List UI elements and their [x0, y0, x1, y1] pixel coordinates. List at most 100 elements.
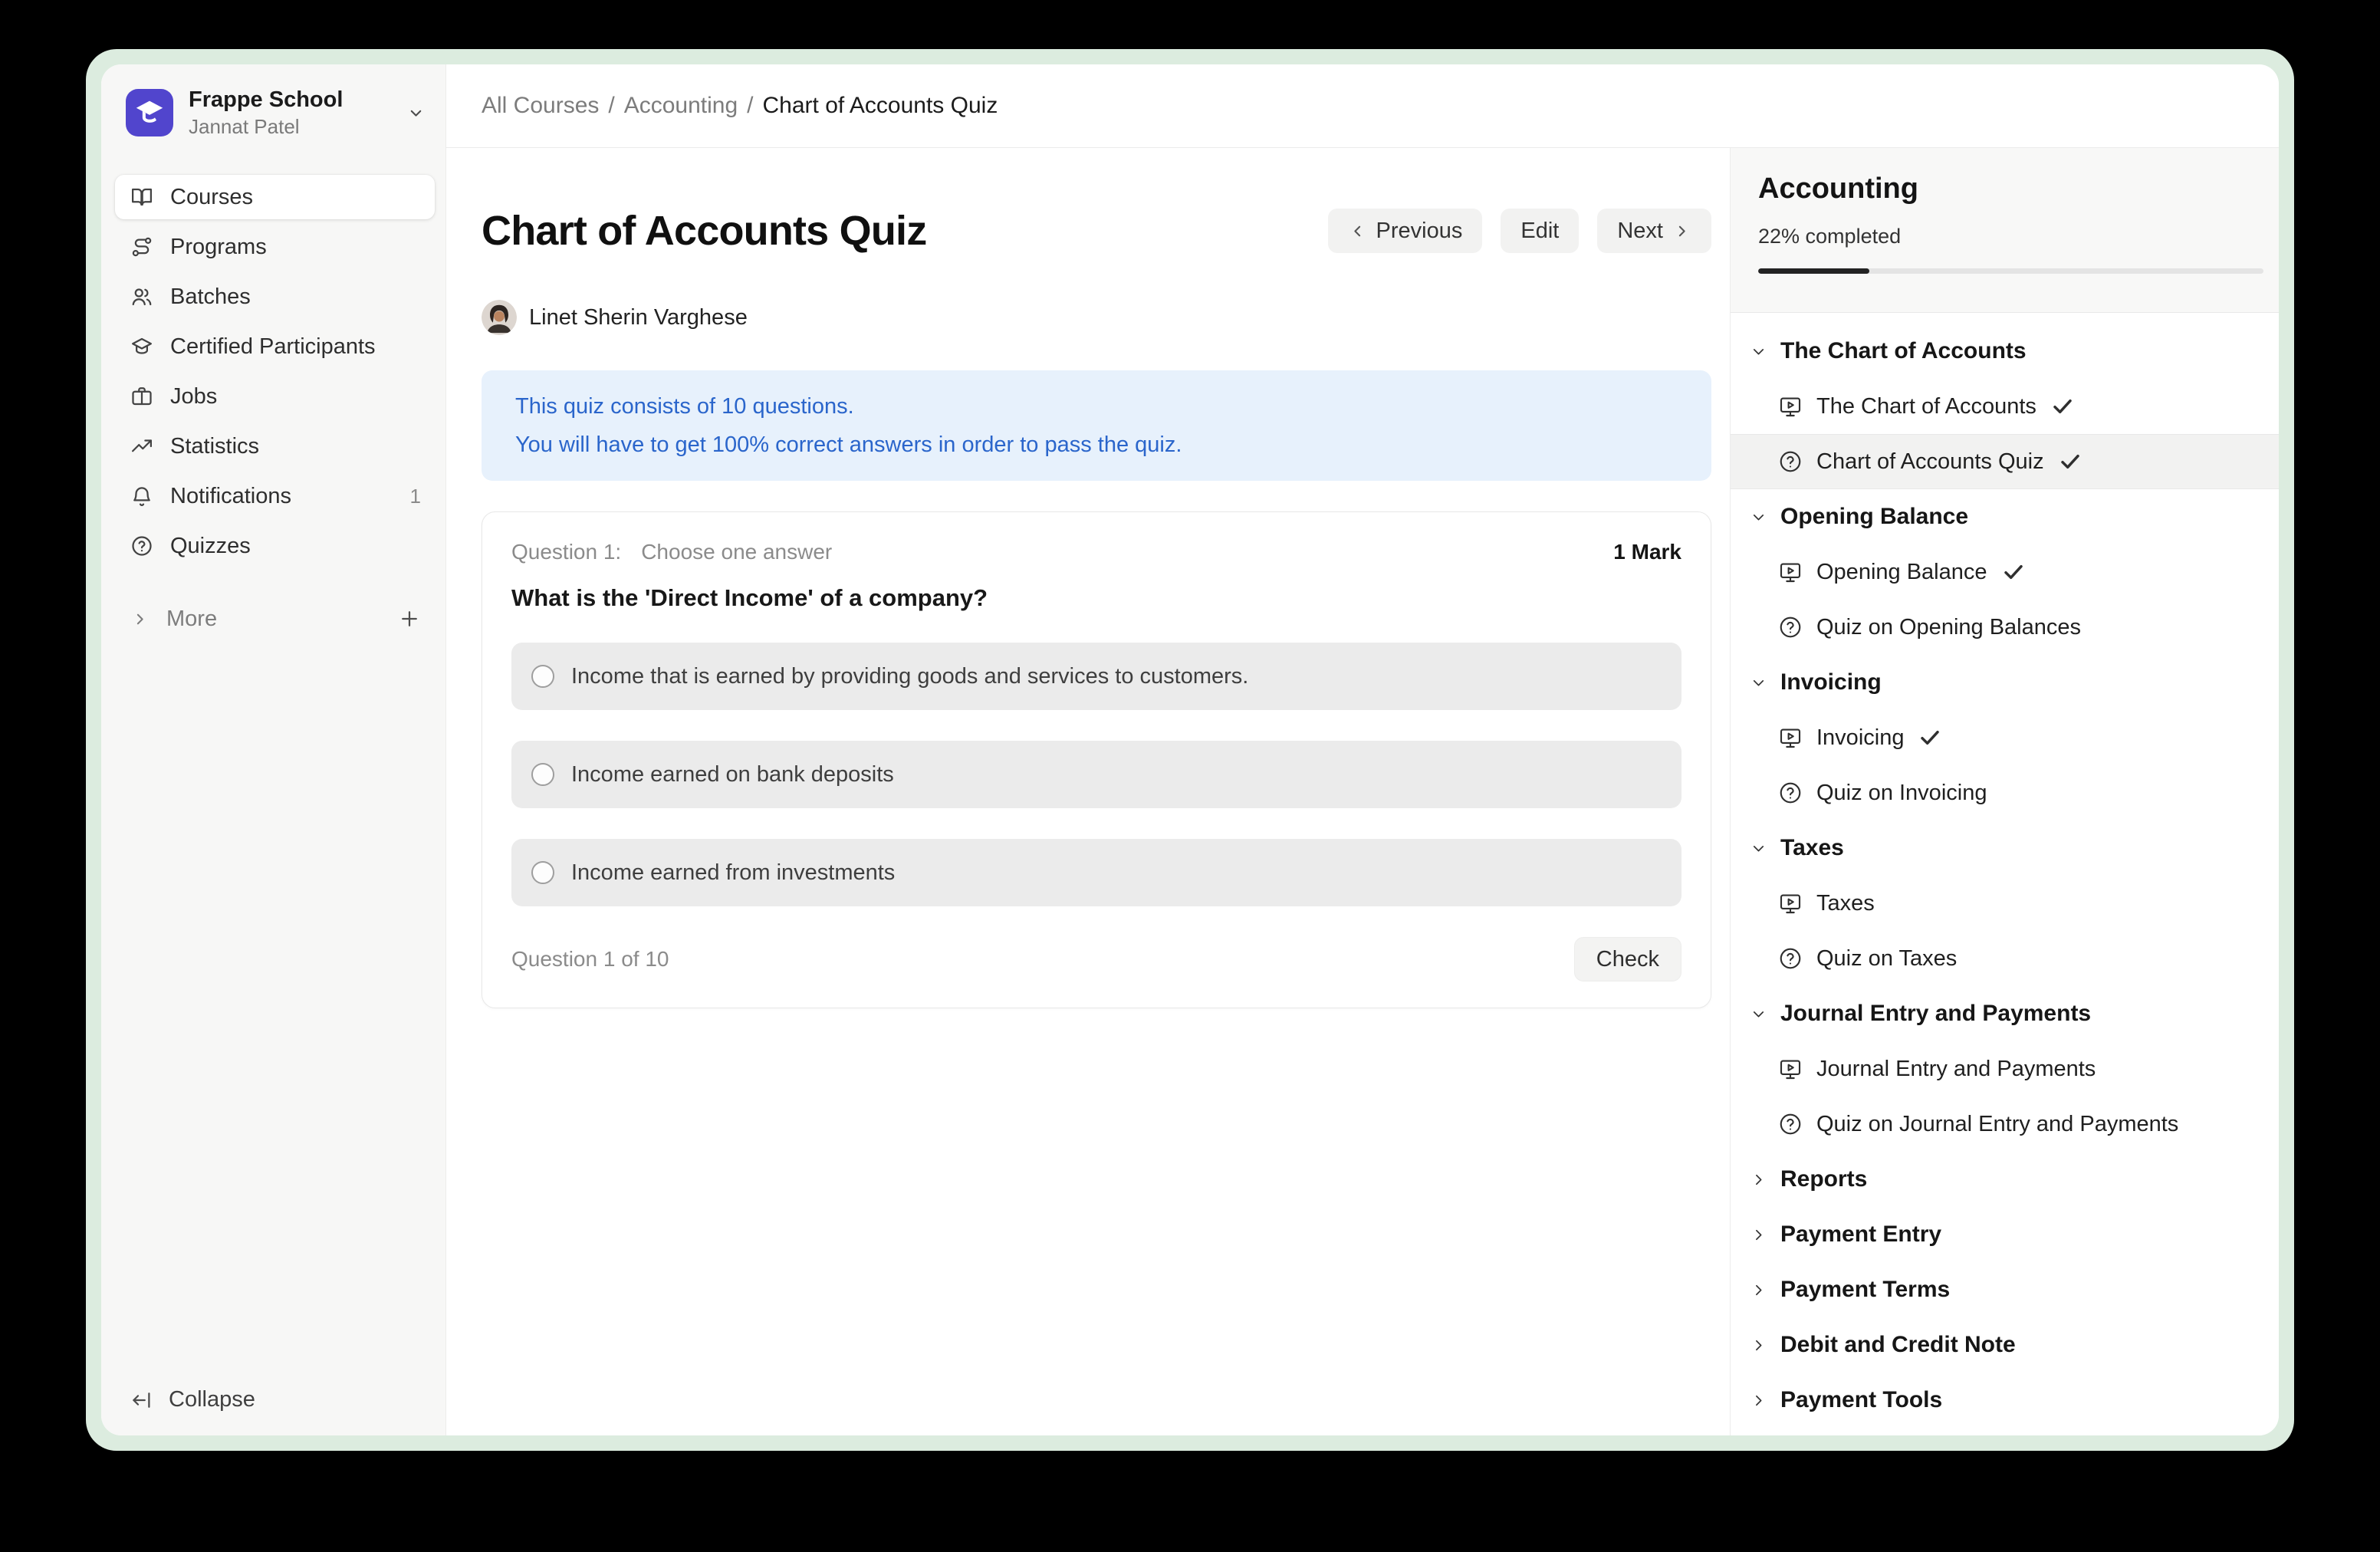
outline-section-title: Payment Terms [1780, 1277, 1950, 1303]
sidebar-item-certified-participants[interactable]: Certified Participants [115, 324, 435, 369]
previous-button[interactable]: Previous [1328, 209, 1483, 253]
sidebar-item-batches[interactable]: Batches [115, 275, 435, 319]
radio-button[interactable] [531, 665, 554, 688]
sidebar-item-quizzes[interactable]: Quizzes [115, 524, 435, 568]
school-name: Frappe School [189, 87, 343, 113]
author-name: Linet Sherin Varghese [529, 305, 748, 330]
quiz-icon [1778, 615, 1803, 640]
answer-option-label: Income earned from investments [571, 860, 895, 886]
chevron-down-icon [1749, 508, 1768, 527]
banner-line-1: This quiz consists of 10 questions. [515, 387, 1678, 426]
outline-item-taxes[interactable]: Taxes [1731, 876, 2279, 931]
book-open-icon [130, 186, 153, 209]
outline-item-quiz-on-opening-balances[interactable]: Quiz on Opening Balances [1731, 600, 2279, 655]
title-row: Chart of Accounts Quiz Previous Edit [482, 179, 1711, 283]
content-region: All Courses / Accounting / Chart of Acco… [446, 64, 2279, 1435]
quiz-icon [1778, 1112, 1803, 1136]
main-content: Chart of Accounts Quiz Previous Edit [446, 148, 1730, 1435]
outline-item-label: Quiz on Opening Balances [1816, 615, 2081, 640]
route-icon [130, 235, 153, 258]
sidebar-spacer [115, 641, 435, 1387]
collapse-sidebar-button[interactable]: Collapse [115, 1387, 435, 1417]
question-text: What is the 'Direct Income' of a company… [511, 584, 1681, 612]
outline-section-title: Debit and Credit Note [1780, 1332, 2016, 1358]
edit-label: Edit [1520, 219, 1559, 244]
outline-section-opening-balance[interactable]: Opening Balance [1731, 489, 2279, 544]
answer-option-1[interactable]: Income that is earned by providing goods… [511, 643, 1681, 710]
sidebar-item-jobs[interactable]: Jobs [115, 374, 435, 419]
radio-button[interactable] [531, 763, 554, 786]
school-switcher[interactable]: Frappe School Jannat Patel [115, 84, 435, 138]
breadcrumb-all-courses[interactable]: All Courses [482, 93, 599, 119]
author-link[interactable]: Linet Sherin Varghese [482, 300, 1711, 335]
outline-item-quiz-on-taxes[interactable]: Quiz on Taxes [1731, 931, 2279, 986]
chevron-right-icon [1749, 1391, 1768, 1410]
chevron-down-icon [1749, 1005, 1768, 1024]
sidebar-item-label: Certified Participants [170, 334, 376, 360]
page-title: Chart of Accounts Quiz [482, 206, 1328, 255]
question-footer: Question 1 of 10 Check [511, 937, 1681, 982]
outline-section-the-chart-of-accounts[interactable]: The Chart of Accounts [1731, 324, 2279, 379]
sidebar-item-notifications[interactable]: Notifications1 [115, 474, 435, 518]
edit-button[interactable]: Edit [1501, 209, 1579, 253]
answer-option-2[interactable]: Income earned on bank deposits [511, 741, 1681, 808]
add-shortcut-button[interactable] [398, 607, 421, 630]
question-card: Question 1: Choose one answer 1 Mark Wha… [482, 511, 1711, 1008]
sidebar-item-label: Programs [170, 235, 267, 260]
outline-item-quiz-on-invoicing[interactable]: Quiz on Invoicing [1731, 765, 2279, 820]
outline-item-label: Quiz on Invoicing [1816, 781, 1987, 806]
outline-section-payment-terms[interactable]: Payment Terms [1731, 1262, 2279, 1317]
breadcrumb-accounting[interactable]: Accounting [624, 93, 738, 119]
frappe-school-logo-icon [126, 89, 173, 136]
answer-option-label: Income that is earned by providing goods… [571, 664, 1248, 689]
outline-section-title: Opening Balance [1780, 504, 1968, 530]
outline-item-invoicing[interactable]: Invoicing [1731, 710, 2279, 765]
lesson-icon [1778, 725, 1803, 750]
sidebar-item-label: Courses [170, 185, 253, 210]
outline-section-payment-entry[interactable]: Payment Entry [1731, 1207, 2279, 1262]
chevron-down-icon [1749, 673, 1768, 692]
outline-item-journal-entry-and-payments[interactable]: Journal Entry and Payments [1731, 1041, 2279, 1097]
course-title: Accounting [1758, 173, 2263, 205]
outline-section-debit-and-credit-note[interactable]: Debit and Credit Note [1731, 1317, 2279, 1373]
sidebar-item-statistics[interactable]: Statistics [115, 424, 435, 469]
outline-section-taxes[interactable]: Taxes [1731, 820, 2279, 876]
outline-item-chart-of-accounts-quiz[interactable]: Chart of Accounts Quiz [1731, 434, 2279, 489]
sidebar-item-label: Notifications [170, 484, 291, 509]
left-sidebar: Frappe School Jannat Patel Courses Progra… [101, 64, 446, 1435]
question-instruction: Choose one answer [641, 540, 832, 564]
user-name: Jannat Patel [189, 116, 343, 138]
sidebar-item-courses[interactable]: Courses [115, 175, 435, 219]
outline-section-invoicing[interactable]: Invoicing [1731, 655, 2279, 710]
completed-check-icon [2058, 449, 2082, 474]
collapse-sidebar-icon [130, 1389, 153, 1412]
radio-button[interactable] [531, 861, 554, 884]
sidebar-item-more[interactable]: More [115, 597, 435, 641]
sidebar-item-programs[interactable]: Programs [115, 225, 435, 269]
check-button[interactable]: Check [1574, 937, 1681, 982]
outline-section-reports[interactable]: Reports [1731, 1152, 2279, 1207]
answer-option-3[interactable]: Income earned from investments [511, 839, 1681, 906]
lesson-icon [1778, 1057, 1803, 1081]
outline-item-opening-balance[interactable]: Opening Balance [1731, 544, 2279, 600]
quiz-toolbar: Previous Edit Next [1328, 209, 1711, 253]
course-completed-label: 22% completed [1758, 225, 2263, 248]
outline-item-the-chart-of-accounts[interactable]: The Chart of Accounts [1731, 379, 2279, 434]
outline-item-label: Chart of Accounts Quiz [1816, 449, 2044, 475]
briefcase-icon [130, 385, 153, 408]
sidebar-item-label: Statistics [170, 434, 259, 459]
outline-item-quiz-on-journal-entry-and-payments[interactable]: Quiz on Journal Entry and Payments [1731, 1097, 2279, 1152]
outline-section-payment-tools[interactable]: Payment Tools [1731, 1373, 2279, 1428]
outline-item-label: Quiz on Journal Entry and Payments [1816, 1112, 2178, 1137]
next-button[interactable]: Next [1597, 209, 1711, 253]
options-list: Income that is earned by providing goods… [511, 643, 1681, 906]
chevron-down-icon [1749, 342, 1768, 361]
outline-section-journal-entry-and-payments[interactable]: Journal Entry and Payments [1731, 986, 2279, 1041]
quiz-icon [1778, 449, 1803, 474]
course-outline-list: The Chart of AccountsThe Chart of Accoun… [1731, 313, 2279, 1435]
trending-up-icon [130, 435, 153, 458]
outline-section-title: Taxes [1780, 835, 1844, 861]
app-window-frame: Frappe School Jannat Patel Courses Progra… [86, 49, 2294, 1451]
chevron-down-icon [406, 104, 426, 123]
outline-section-title: Reports [1780, 1166, 1867, 1192]
